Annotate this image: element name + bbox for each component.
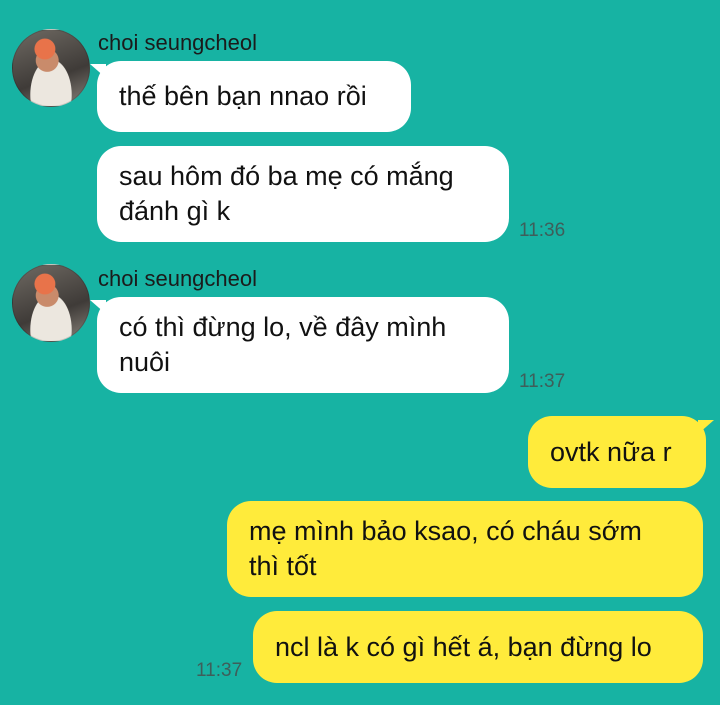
incoming-message[interactable]: thế bên bạn nnao rồi: [97, 61, 411, 132]
outgoing-message[interactable]: ovtk nữa r: [528, 416, 706, 488]
outgoing-message[interactable]: mẹ mình bảo ksao, có cháu sớm thì tốt: [227, 501, 703, 597]
contact-avatar[interactable]: [12, 264, 90, 342]
incoming-message[interactable]: có thì đừng lo, về đây mình nuôi: [97, 297, 509, 393]
outgoing-message[interactable]: ncl là k có gì hết á, bạn đừng lo: [253, 611, 703, 683]
message-text: có thì đừng lo, về đây mình nuôi: [119, 312, 447, 377]
message-timestamp: 11:37: [519, 371, 566, 392]
message-text: mẹ mình bảo ksao, có cháu sớm thì tốt: [249, 516, 642, 581]
message-text: ncl là k có gì hết á, bạn đừng lo: [275, 631, 652, 662]
sender-name: choi seungcheol: [98, 30, 258, 55]
message-timestamp: 11:37: [196, 660, 243, 681]
bubble-tail: [698, 420, 714, 434]
message-text: thế bên bạn nnao rồi: [119, 81, 367, 111]
message-text: sau hôm đó ba mẹ có mắng đánh gì k: [119, 161, 454, 226]
contact-avatar[interactable]: [12, 29, 90, 107]
message-text: ovtk nữa r: [550, 436, 672, 467]
message-timestamp: 11:36: [519, 220, 566, 241]
sender-name: choi seungcheol: [98, 266, 258, 291]
incoming-message[interactable]: sau hôm đó ba mẹ có mắng đánh gì k: [97, 146, 509, 242]
